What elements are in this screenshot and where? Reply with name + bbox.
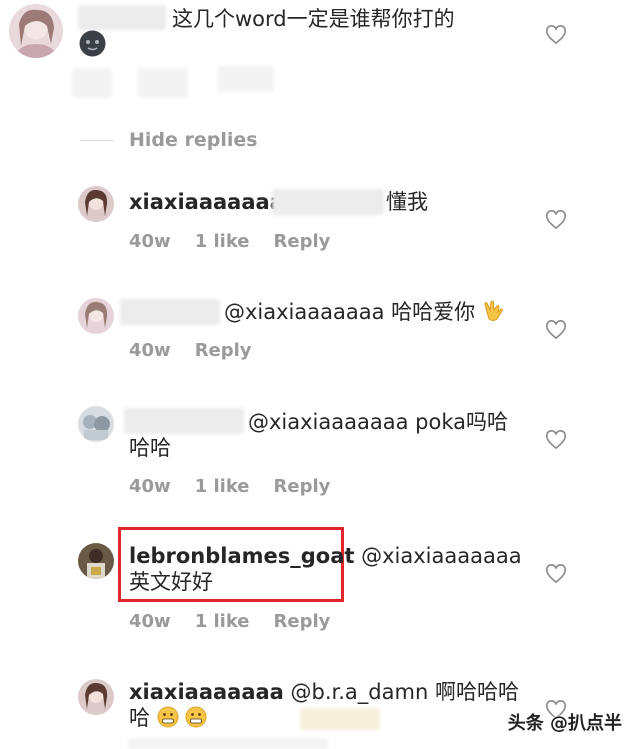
reply-text-line2: 哈哈 (129, 436, 171, 460)
reply-text-line2: 哈 (129, 705, 207, 731)
avatar[interactable] (78, 298, 114, 334)
reply-username[interactable]: lebronblames_goat (129, 544, 354, 568)
reply-time: 40w (129, 476, 171, 497)
avatar[interactable] (78, 679, 114, 715)
reply-mention[interactable]: @xiaxiaaaaaaa (361, 544, 521, 568)
reply-mention[interactable]: @xiaxiaaaaaaa (224, 300, 384, 324)
reply-meta: 40w 1 like Reply (129, 476, 354, 497)
blurred-meta (138, 68, 188, 98)
hide-replies-button[interactable]: Hide replies (129, 129, 258, 151)
reply-time: 40w (129, 231, 171, 252)
hide-replies-line (80, 140, 114, 141)
blurred-username (120, 299, 220, 325)
reply-content: xiaxiaaaaaaa @b.r.a_damn 啊哈哈哈 (129, 679, 519, 705)
reply-time: 40w (129, 340, 171, 361)
reply-time: 40w (129, 611, 171, 632)
avatar[interactable] (78, 406, 114, 442)
reply-text: 哈 (129, 706, 150, 730)
reply-likes[interactable]: 1 like (195, 476, 250, 497)
grimace-emoji (157, 706, 179, 728)
reply-meta: 40w 1 like Reply (129, 231, 354, 252)
blurred-meta (72, 68, 112, 98)
blurred-meta (218, 66, 274, 92)
hand-sign-emoji (484, 300, 503, 321)
reply-button[interactable]: Reply (274, 476, 331, 497)
reply-meta: 40w 1 like Reply (129, 611, 354, 632)
avatar-top-comment[interactable] (9, 4, 63, 58)
reply-text: 啊哈哈哈 (434, 680, 519, 704)
blurred-username (78, 5, 166, 30)
reply-text-line2: 英文好好 (129, 570, 213, 594)
avatar[interactable] (78, 186, 114, 222)
reply-username[interactable]: xiaxiaaaaaaa (129, 189, 284, 215)
reply-likes[interactable]: 1 like (195, 231, 250, 252)
blurred-meta (300, 708, 380, 730)
reply-username[interactable]: xiaxiaaaaaaa (129, 680, 284, 704)
reply-content: lebronblames_goat @xiaxiaaaaaaa (129, 543, 522, 569)
reply-likes[interactable]: 1 like (195, 611, 250, 632)
grimace-emoji (185, 706, 207, 728)
reply-meta: 40w Reply (129, 340, 276, 361)
heart-icon[interactable] (545, 25, 567, 45)
heart-icon[interactable] (545, 210, 567, 230)
reply-mention[interactable]: @xiaxiaaaaaaa (248, 410, 408, 434)
reply-button[interactable]: Reply (274, 611, 331, 632)
heart-icon[interactable] (545, 564, 567, 584)
reply-text: poka吗哈 (415, 410, 509, 434)
blurred-username (124, 408, 244, 434)
avatar[interactable] (78, 543, 114, 579)
reply-button[interactable]: Reply (195, 340, 252, 361)
reply-text: 哈哈爱你 (391, 300, 476, 324)
heart-icon[interactable] (545, 320, 567, 340)
blurred-meta (128, 738, 328, 749)
emoji-icon (79, 30, 106, 57)
reply-text: 懂我 (386, 190, 428, 214)
blurred-mention (272, 189, 384, 215)
reply-button[interactable]: Reply (274, 231, 331, 252)
reply-mention[interactable]: @b.r.a_damn (291, 680, 429, 704)
heart-icon[interactable] (545, 430, 567, 450)
reply-content: @xiaxiaaaaaaa poka吗哈 (248, 409, 508, 435)
top-comment-text: 这几个word一定是谁帮你打的 (172, 7, 455, 31)
reply-content: @xiaxiaaaaaaa 哈哈爱你 (224, 299, 504, 325)
watermark: 头条 @扒点半 (507, 713, 622, 734)
